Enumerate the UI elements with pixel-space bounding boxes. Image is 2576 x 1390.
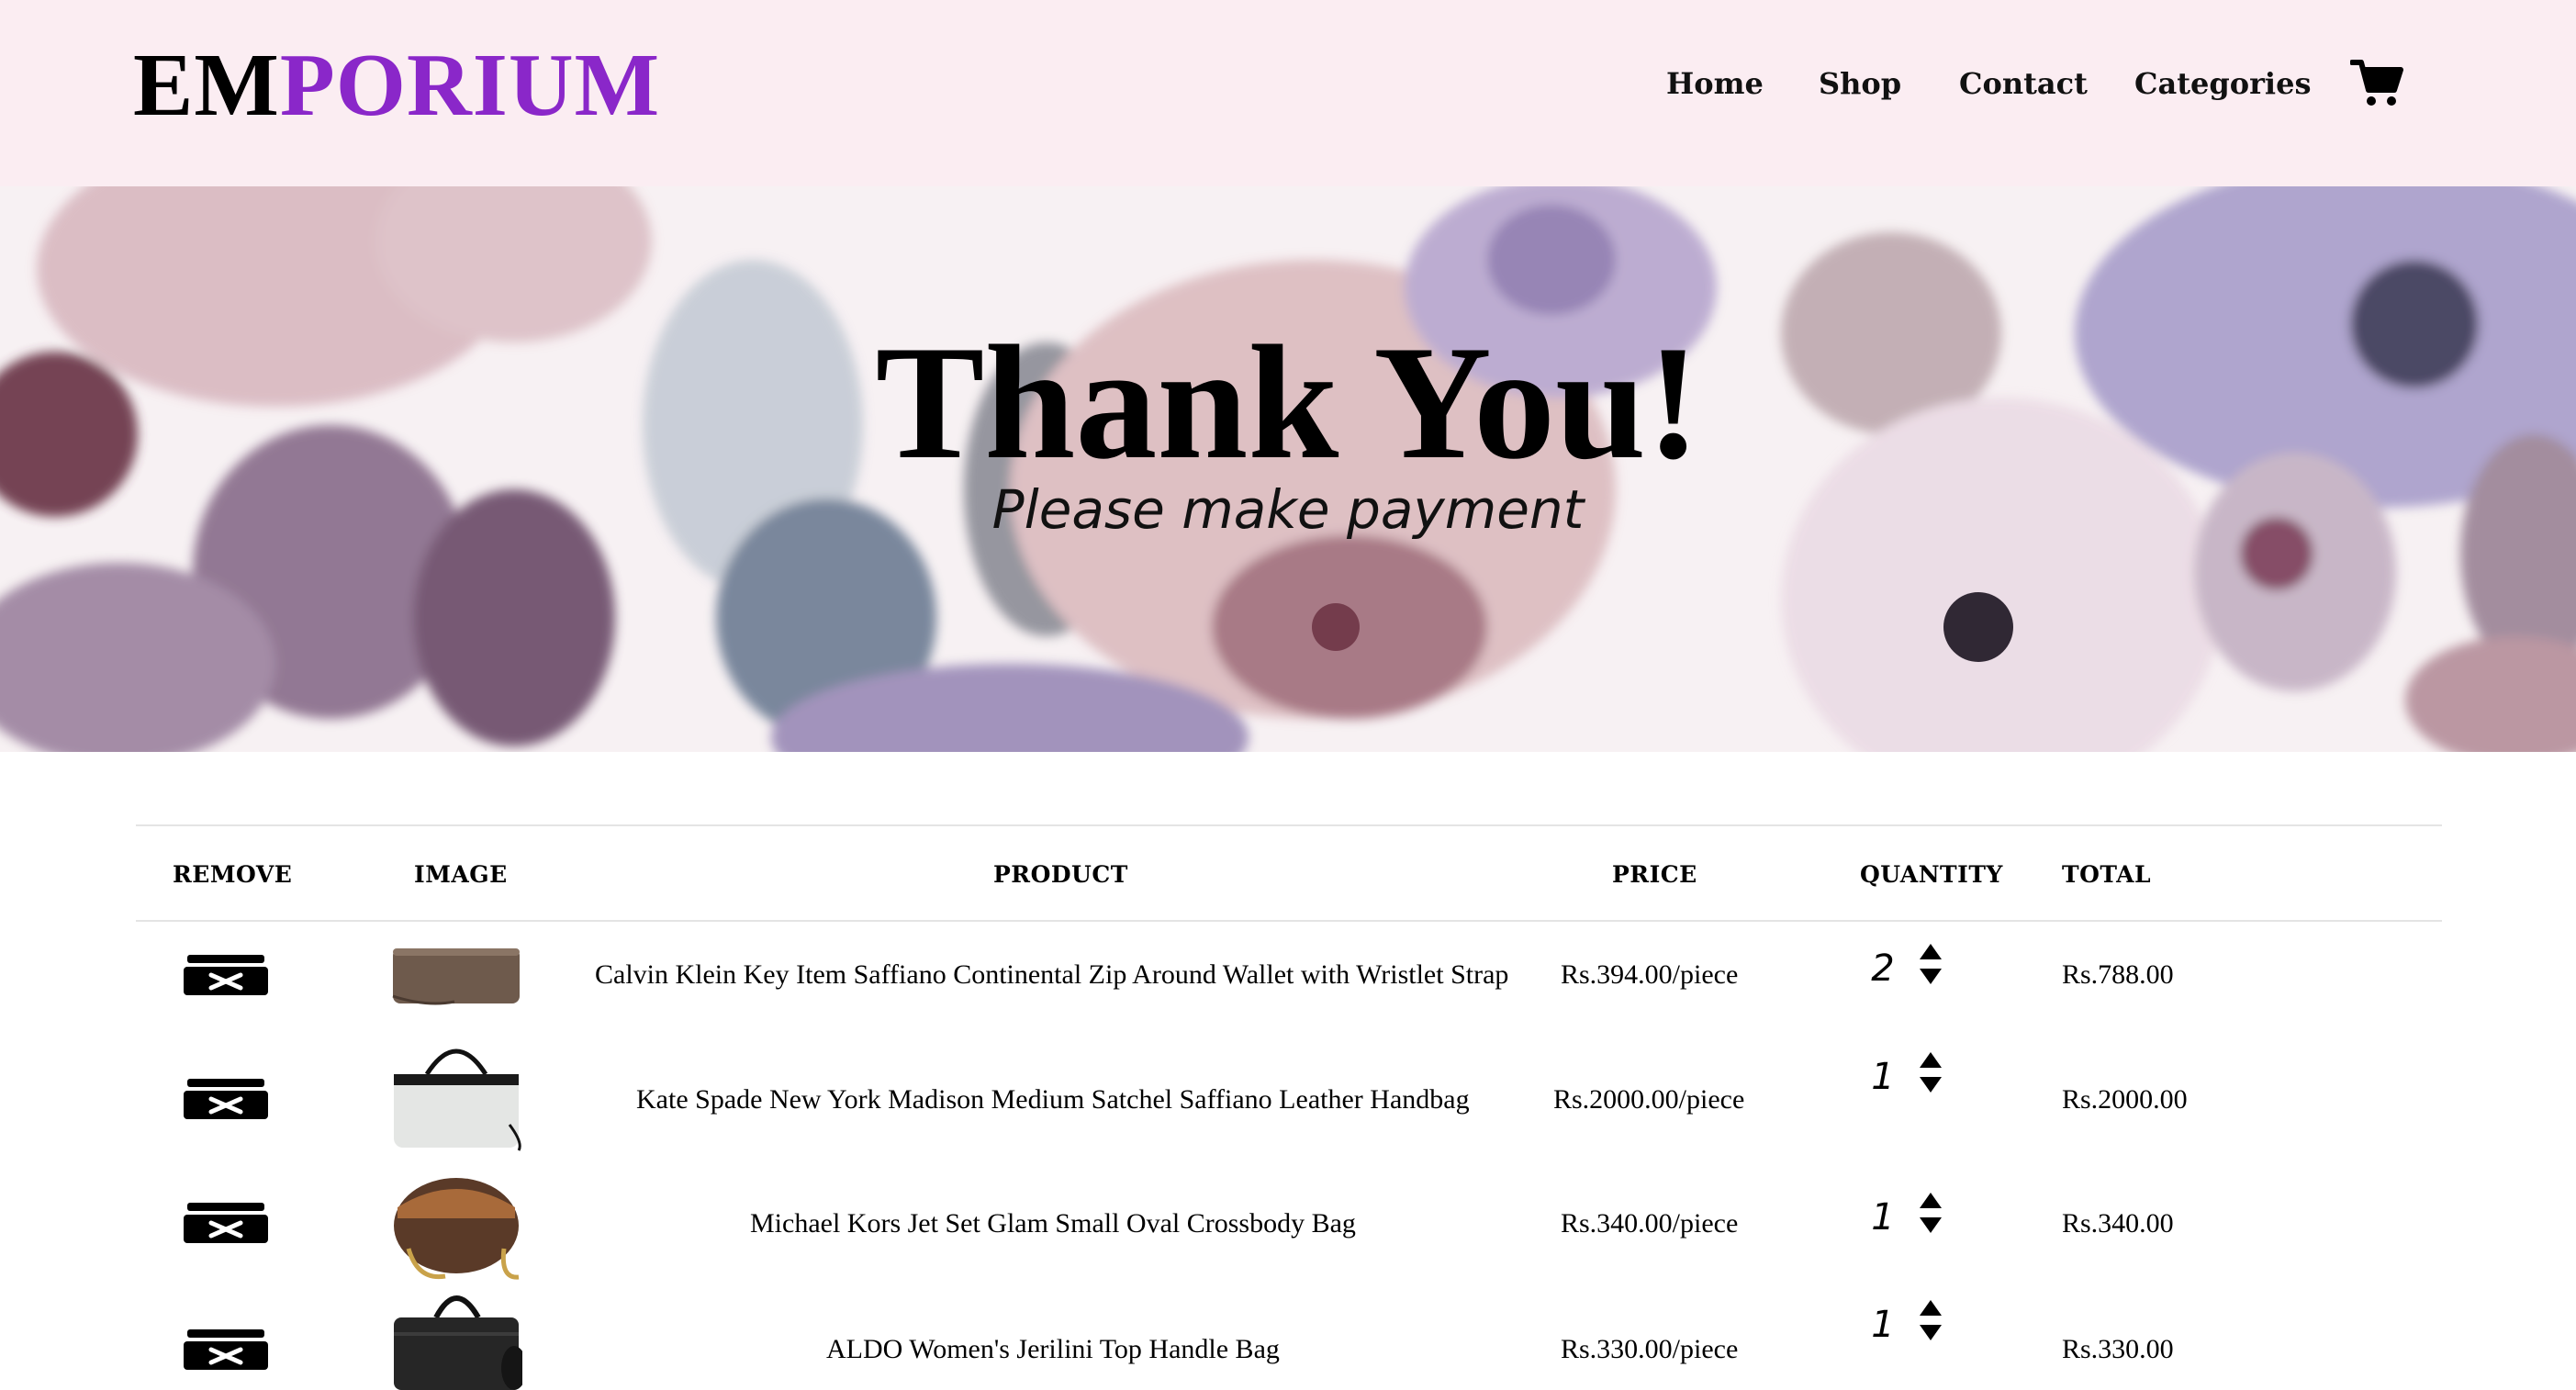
header-price: PRICE [1612, 861, 1697, 888]
increment-arrow-icon [1920, 1052, 1942, 1068]
quantity-stepper[interactable] [1917, 1049, 1944, 1095]
increment-arrow-icon [1920, 944, 1942, 959]
product-name[interactable]: ALDO Women's Jerilini Top Handle Bag [826, 1334, 1280, 1365]
header-remove: REMOVE [173, 861, 293, 888]
brand-prefix: EM [133, 36, 280, 135]
table-header-border [136, 920, 2442, 922]
remove-item-button[interactable] [184, 1329, 268, 1370]
product-price: Rs.2000.00/piece [1553, 1084, 1745, 1115]
remove-item-button[interactable] [184, 1203, 268, 1243]
crossbody-bag-icon [394, 1178, 520, 1280]
product-price: Rs.340.00/piece [1561, 1208, 1739, 1239]
quantity-value[interactable]: 2 [1865, 947, 1901, 990]
decrement-arrow-icon [1920, 1325, 1942, 1340]
nav-contact[interactable]: Contact [1959, 66, 2088, 101]
hero-banner: Thank You! Please make payment [0, 186, 2576, 752]
header-quantity: QUANTITY [1860, 861, 2003, 888]
quantity-stepper[interactable] [1917, 1297, 1944, 1343]
shopping-cart-icon[interactable] [2350, 57, 2403, 108]
remove-item-button[interactable] [184, 1079, 268, 1119]
row-total: Rs.340.00 [2062, 1208, 2174, 1239]
decrement-arrow-icon [1920, 1217, 1942, 1233]
header-image: IMAGE [414, 861, 508, 888]
quantity-stepper[interactable] [1917, 1190, 1944, 1236]
increment-arrow-icon [1920, 1300, 1942, 1316]
handbag-icon [394, 1048, 521, 1151]
brand-suffix: PORIUM [279, 36, 661, 135]
product-price: Rs.394.00/piece [1561, 959, 1739, 990]
thank-you-heading: Thank You! [875, 311, 1701, 493]
quantity-stepper[interactable] [1917, 941, 1944, 987]
site-header: EMPORIUM Home Shop Contact Categories [0, 0, 2576, 186]
nav-home[interactable]: Home [1666, 66, 1764, 101]
header-total: TOTAL [2062, 861, 2152, 888]
increment-arrow-icon [1920, 1193, 1942, 1208]
header-product: PRODUCT [993, 861, 1128, 888]
nav-categories[interactable]: Categories [2134, 66, 2311, 101]
remove-item-button[interactable] [184, 955, 268, 995]
top-handle-bag-icon [394, 1295, 522, 1390]
row-total: Rs.2000.00 [2062, 1084, 2188, 1115]
quantity-value[interactable]: 1 [1865, 1304, 1901, 1346]
quantity-value[interactable]: 1 [1865, 1056, 1901, 1098]
brand-logo[interactable]: EMPORIUM [133, 35, 660, 136]
nav-shop[interactable]: Shop [1819, 66, 1901, 101]
product-name[interactable]: Kate Spade New York Madison Medium Satch… [636, 1084, 1470, 1115]
payment-subtitle: Please make payment [991, 478, 1585, 541]
decrement-arrow-icon [1920, 969, 1942, 984]
row-total: Rs.788.00 [2062, 959, 2174, 990]
product-name[interactable]: Michael Kors Jet Set Glam Small Oval Cro… [750, 1208, 1356, 1239]
table-top-border [136, 824, 2442, 826]
quantity-value[interactable]: 1 [1865, 1196, 1901, 1239]
decrement-arrow-icon [1920, 1077, 1942, 1093]
product-name[interactable]: Calvin Klein Key Item Saffiano Continent… [595, 959, 1508, 991]
row-total: Rs.330.00 [2062, 1334, 2174, 1364]
product-price: Rs.330.00/piece [1561, 1334, 1739, 1364]
wallet-icon [392, 948, 520, 1005]
